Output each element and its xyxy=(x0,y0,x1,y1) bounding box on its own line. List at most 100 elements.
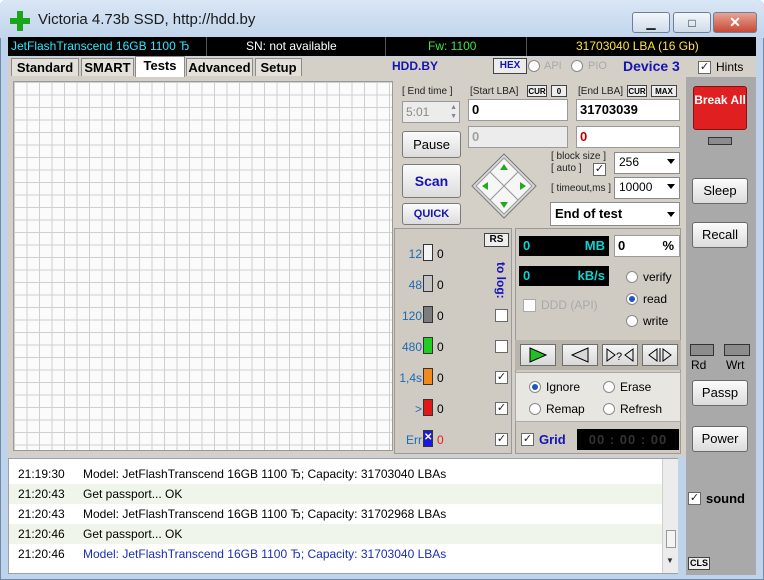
read-label: read xyxy=(643,292,668,306)
device-selector[interactable]: Device 3 xyxy=(623,58,680,74)
percent-unit: % xyxy=(662,238,674,253)
recall-button[interactable]: Recall xyxy=(692,222,748,248)
log-panel[interactable]: 21:19:30 Model: JetFlashTranscend 16GB 11… xyxy=(8,458,678,574)
hints-checkbox[interactable]: ✓ xyxy=(698,61,711,74)
end-lba-max-button[interactable]: MAX xyxy=(651,85,677,97)
tab-advanced[interactable]: Advanced xyxy=(186,58,253,76)
end-lba-second-input[interactable]: 0 xyxy=(576,126,680,148)
break-all-button[interactable]: Break All xyxy=(693,86,747,130)
verify-label: verify xyxy=(643,270,672,284)
direction-pad[interactable] xyxy=(470,152,538,220)
block-size-select[interactable]: 256 xyxy=(614,152,680,174)
erase-radio[interactable] xyxy=(603,381,615,393)
reverse-icon xyxy=(570,347,589,363)
speed-value: 0 xyxy=(523,268,531,283)
tab-setup[interactable]: Setup xyxy=(255,58,302,76)
erase-label: Erase xyxy=(620,380,652,394)
window-title: Victoria 4.73b SSD, http://hdd.by xyxy=(38,11,256,28)
tab-tests[interactable]: Tests xyxy=(135,56,185,77)
counter-value: 0 xyxy=(437,371,444,385)
play-button[interactable] xyxy=(520,344,556,366)
start-lba-disabled-input: 0 xyxy=(468,126,568,148)
cls-button[interactable]: CLS xyxy=(688,557,710,570)
passport-button[interactable]: Passp xyxy=(692,380,748,406)
maximize-button[interactable]: □ xyxy=(673,12,711,33)
refresh-label: Refresh xyxy=(620,402,663,416)
ddd-api-checkbox[interactable] xyxy=(523,299,536,312)
butterfly-icon xyxy=(648,348,672,362)
remap-label: Remap xyxy=(546,402,585,416)
log-entry: 21:20:46 Model: JetFlashTranscend 16GB 11… xyxy=(9,544,664,564)
scan-button[interactable]: Scan xyxy=(402,164,461,198)
info-divider xyxy=(385,37,386,56)
tab-standard[interactable]: Standard xyxy=(11,58,79,76)
scrollbar-thumb[interactable] xyxy=(666,530,676,548)
tab-smart[interactable]: SMART xyxy=(81,58,134,76)
device-info-bar: JetFlashTranscend 16GB 1100 Ђ SN: not av… xyxy=(8,37,756,56)
read-radio[interactable] xyxy=(626,293,638,305)
remap-radio[interactable] xyxy=(529,403,541,415)
to-log-checkbox[interactable]: ✓ xyxy=(495,371,508,384)
block-size-label: [ block size ] xyxy=(551,151,607,162)
svg-text:?: ? xyxy=(616,351,622,363)
random-seek-button[interactable]: ? xyxy=(602,344,638,366)
spin-arrows-icon[interactable]: ▲ ▼ xyxy=(450,103,457,121)
grid-checkbox[interactable]: ✓ xyxy=(521,433,534,446)
mb-value: 0 xyxy=(523,238,531,253)
to-log-checkbox[interactable] xyxy=(495,340,508,353)
timeout-select[interactable]: 10000 xyxy=(614,177,680,199)
random-seek-icon: ? xyxy=(606,348,634,363)
start-lba-zero-button[interactable]: 0 xyxy=(551,85,567,97)
write-radio[interactable] xyxy=(626,315,638,327)
sound-checkbox[interactable]: ✓ xyxy=(688,492,701,505)
site-link[interactable]: HDD.BY xyxy=(392,59,438,73)
disk-capacity: 31703040 LBA (16 Gb) xyxy=(576,39,699,53)
verify-radio[interactable] xyxy=(626,271,638,283)
end-time-field[interactable]: 5:01 ▲ ▼ xyxy=(402,101,460,123)
butterfly-button[interactable] xyxy=(642,344,678,366)
sleep-button[interactable]: Sleep xyxy=(692,178,748,204)
pause-button[interactable]: Pause xyxy=(402,131,461,158)
quick-button[interactable]: QUICK xyxy=(402,203,461,225)
to-log-checkbox[interactable] xyxy=(495,309,508,322)
grid-label: Grid xyxy=(539,432,566,447)
wrt-label: Wrt xyxy=(726,358,745,372)
counter-value: 0 xyxy=(437,278,444,292)
api-radio[interactable] xyxy=(528,60,540,72)
hex-button[interactable]: HEX xyxy=(493,58,527,74)
end-lba-cur-button[interactable]: CUR xyxy=(627,85,647,97)
tab-bar: Standard SMART Tests Advanced Setup HDD.… xyxy=(8,56,756,77)
elapsed-timer: 00 : 00 : 00 xyxy=(577,429,679,450)
log-time: 21:20:46 xyxy=(18,547,65,561)
counter-value: 0 xyxy=(437,340,444,354)
minimize-button[interactable]: ▁ xyxy=(632,12,670,33)
power-button[interactable]: Power xyxy=(692,426,748,452)
close-button[interactable]: ✕ xyxy=(713,12,757,33)
title-bar[interactable]: Victoria 4.73b SSD, http://hdd.by ▁ □ ✕ xyxy=(0,0,764,38)
end-lba-input[interactable]: 31703039 xyxy=(576,99,680,121)
pio-radio[interactable] xyxy=(571,60,583,72)
info-divider xyxy=(526,37,527,56)
to-log-checkbox[interactable]: ✓ xyxy=(495,433,508,446)
mb-display: 0 MB xyxy=(519,236,609,256)
rs-button[interactable]: RS xyxy=(484,233,509,247)
ignore-radio[interactable] xyxy=(529,381,541,393)
counter-swatch xyxy=(423,399,433,416)
rd-label: Rd xyxy=(691,358,707,372)
auto-checkbox[interactable]: ✓ xyxy=(593,163,606,176)
log-entry: 21:19:30 Model: JetFlashTranscend 16GB 11… xyxy=(9,464,664,484)
error-x-icon: ✕ xyxy=(424,432,433,443)
counter-swatch: ✕ xyxy=(423,430,433,447)
log-message: Model: JetFlashTranscend 16GB 1100 Ђ; Ca… xyxy=(83,467,447,481)
end-of-test-select[interactable]: End of test xyxy=(550,202,680,226)
reverse-button[interactable] xyxy=(562,344,598,366)
refresh-radio[interactable] xyxy=(603,403,615,415)
start-lba-input[interactable]: 0 xyxy=(468,99,568,121)
log-entry: 21:20:46 Get passport... OK xyxy=(9,524,664,544)
counter-label: 48 xyxy=(408,278,422,292)
scroll-down-icon[interactable]: ▼ xyxy=(666,556,674,565)
log-scrollbar[interactable]: ▼ xyxy=(662,459,678,573)
read-indicator xyxy=(690,344,714,356)
start-lba-cur-button[interactable]: CUR xyxy=(527,85,547,97)
to-log-checkbox[interactable]: ✓ xyxy=(495,402,508,415)
